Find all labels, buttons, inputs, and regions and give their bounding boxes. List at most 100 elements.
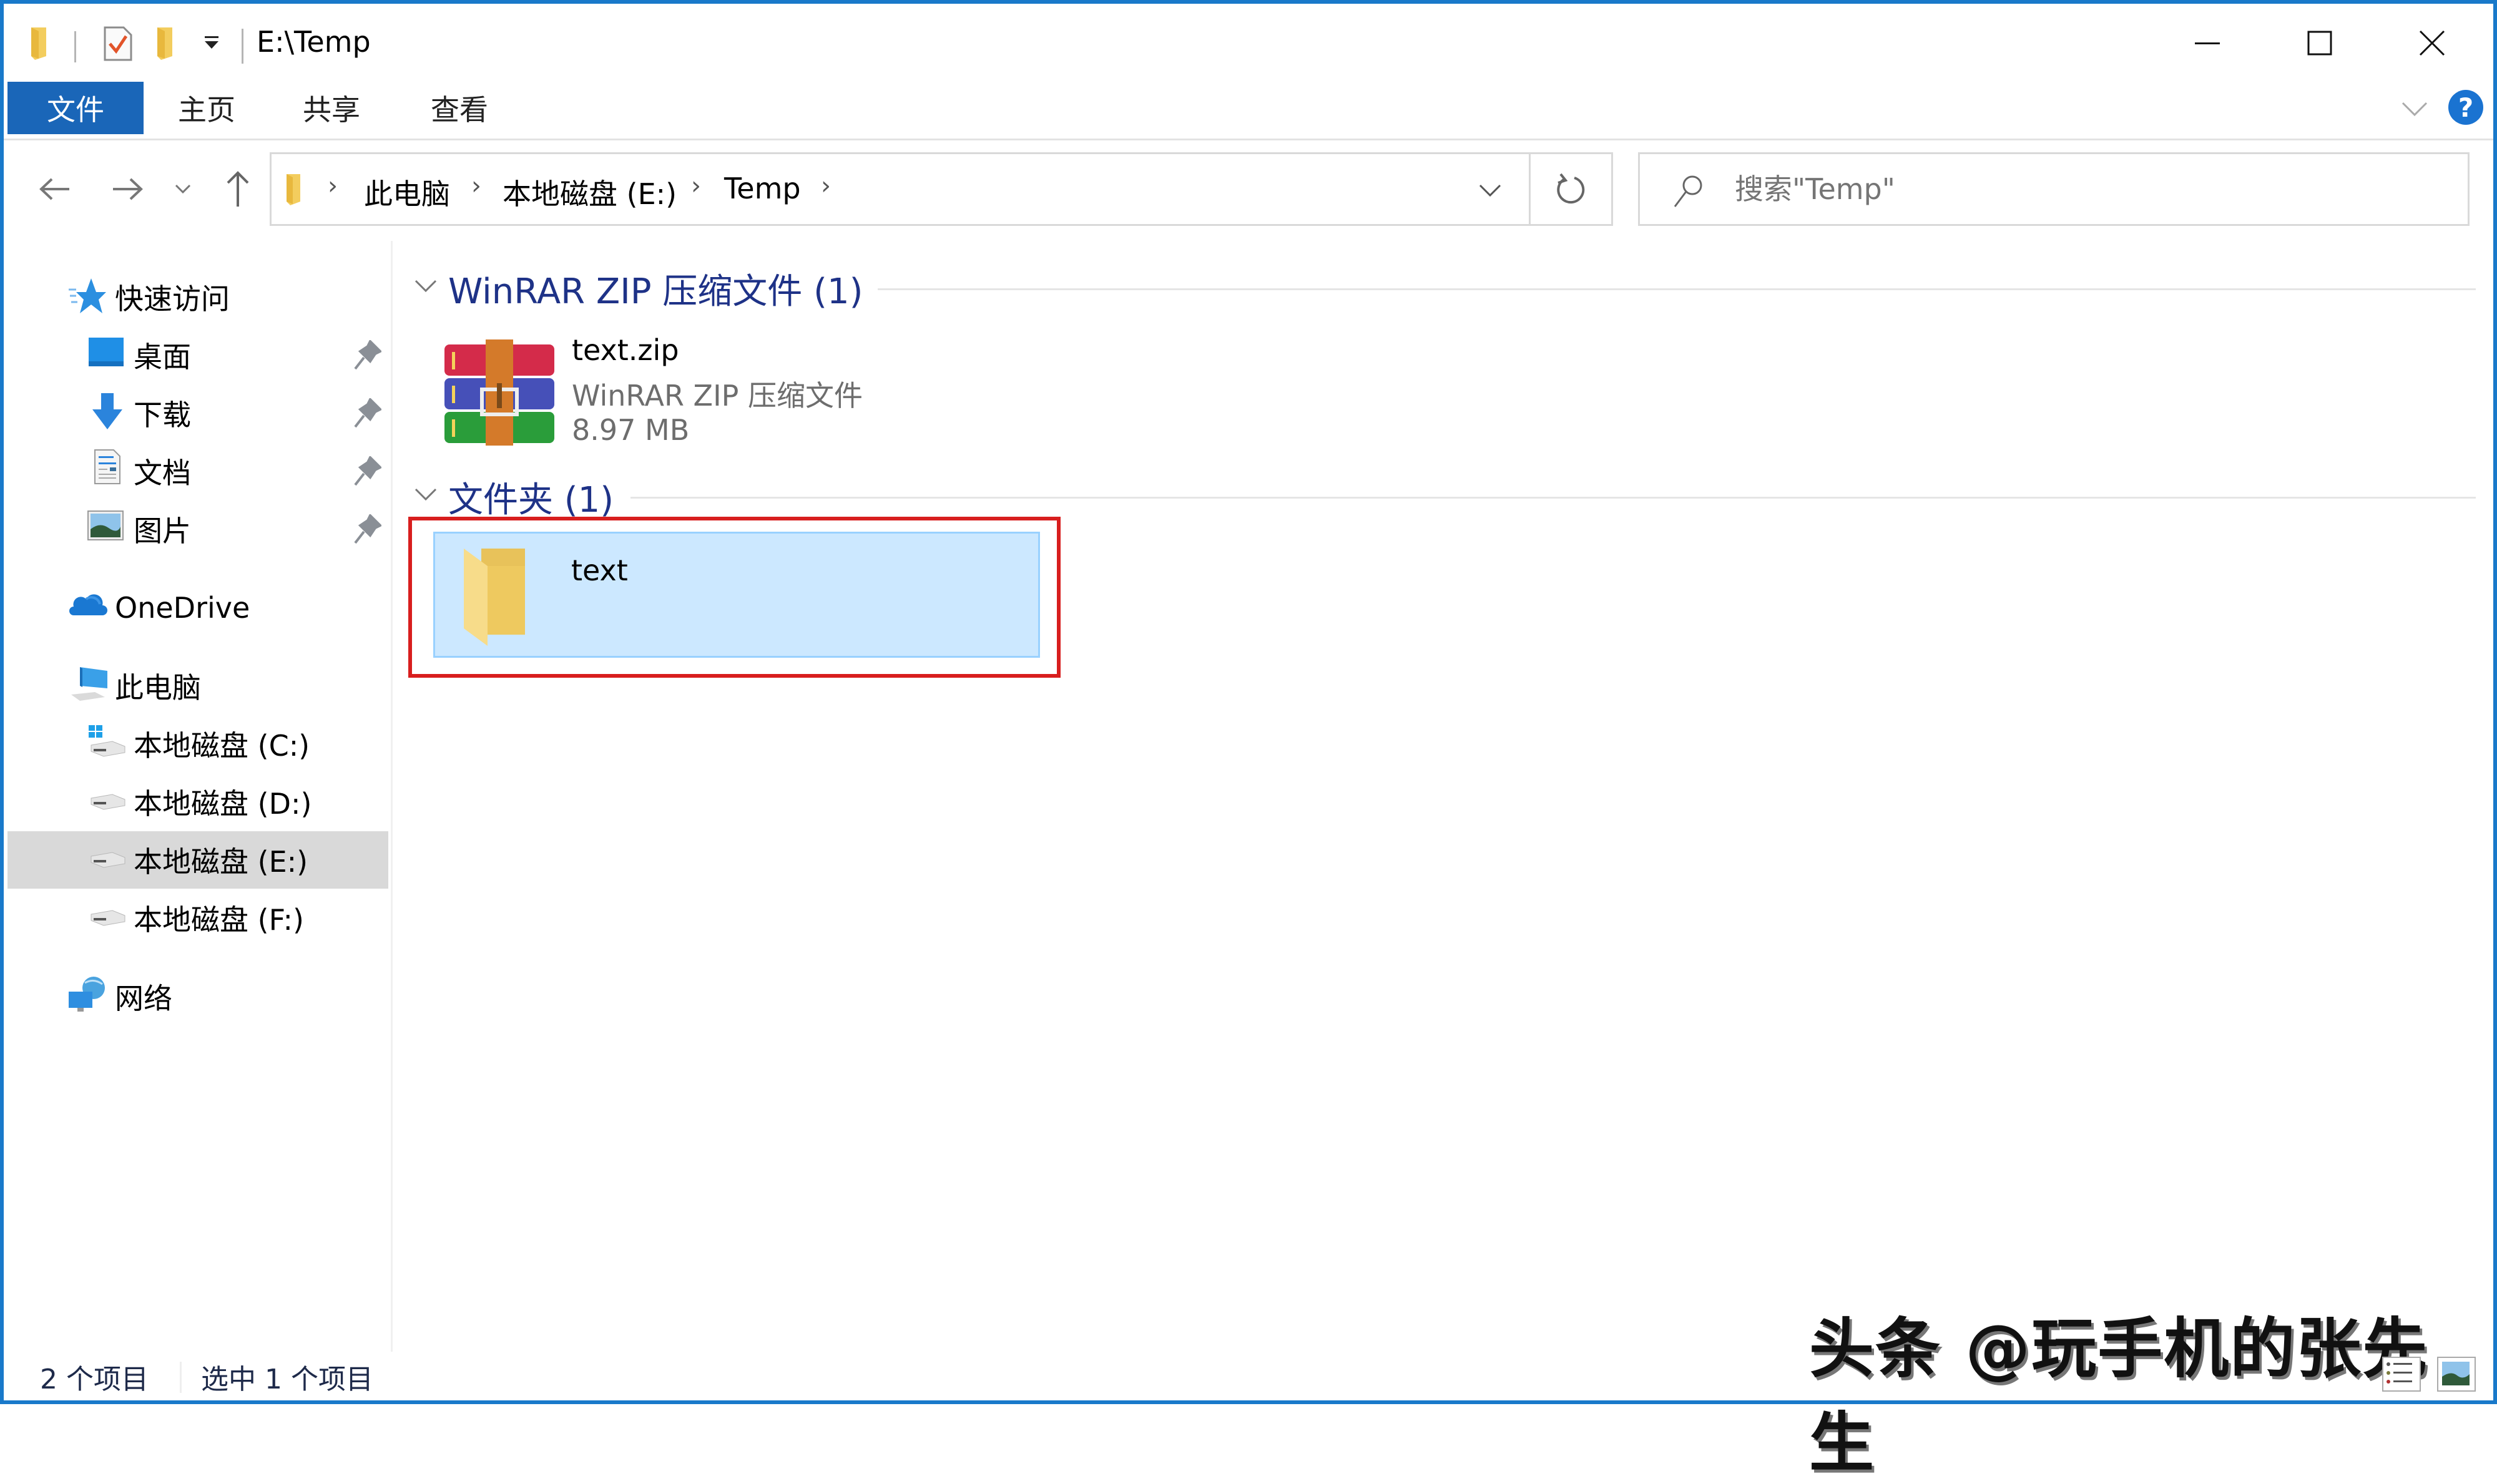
group-collapse-chevron-icon[interactable] xyxy=(413,486,438,504)
sidebar-label: 本地磁盘 (F:) xyxy=(134,903,304,937)
sidebar-label: 图片 xyxy=(134,514,191,548)
group-header-zip[interactable]: WinRAR ZIP 压缩文件 (1) xyxy=(448,263,863,314)
toolbar-separator xyxy=(242,29,243,64)
tab-file[interactable]: 文件 xyxy=(7,82,144,134)
sidebar-label: OneDrive xyxy=(115,591,250,625)
tab-share[interactable]: 共享 xyxy=(285,82,378,134)
back-arrow-icon xyxy=(39,178,69,200)
sidebar-label: 本地磁盘 (C:) xyxy=(134,729,310,763)
search-box[interactable] xyxy=(1638,152,2470,226)
sidebar-item-downloads[interactable]: 下载 xyxy=(7,384,388,442)
ribbon: 文件 主页 共享 查看 ? xyxy=(4,80,2493,140)
sidebar-item-drive-f[interactable]: 本地磁盘 (F:) xyxy=(7,889,388,947)
winrar-archive-icon xyxy=(444,339,554,446)
sidebar-label: 桌面 xyxy=(134,340,191,374)
recent-locations-button[interactable] xyxy=(167,167,199,211)
sidebar-item-network[interactable]: 网络 xyxy=(7,968,388,1025)
up-arrow-icon xyxy=(227,171,249,207)
group-collapse-chevron-icon[interactable] xyxy=(413,277,438,296)
back-button[interactable] xyxy=(32,167,76,211)
window-title: E:\Temp xyxy=(257,25,371,59)
breadcrumb-drive-e[interactable]: 本地磁盘 (E:) xyxy=(503,172,677,213)
status-selection: 选中 1 个项目 xyxy=(201,1364,373,1395)
network-icon xyxy=(69,977,105,1012)
folder-icon xyxy=(287,174,300,205)
file-size: 8.97 MB xyxy=(572,413,690,447)
customize-dropdown-icon[interactable] xyxy=(202,34,221,52)
sidebar-label: 此电脑 xyxy=(115,671,201,705)
minimize-button[interactable] xyxy=(2151,15,2264,71)
breadcrumb-separator-icon[interactable]: › xyxy=(691,172,701,200)
pin-icon[interactable] xyxy=(354,398,381,429)
documents-icon xyxy=(94,449,120,484)
file-item-text-zip[interactable]: text.zip WinRAR ZIP 压缩文件 8.97 MB xyxy=(434,328,934,453)
close-icon xyxy=(2419,30,2445,56)
maximize-button[interactable] xyxy=(2264,15,2376,71)
address-history-chevron-icon[interactable] xyxy=(1478,182,1503,199)
status-item-count: 2 个项目 xyxy=(40,1364,149,1395)
large-icons-view-icon xyxy=(2442,1362,2470,1385)
navigation-pane: 快速访问 桌面 下载 文档 图片 OneDrive 此电脑 本地磁盘 (C:) … xyxy=(7,241,390,1339)
sidebar-item-desktop[interactable]: 桌面 xyxy=(7,326,388,384)
sidebar-item-this-pc[interactable]: 此电脑 xyxy=(7,657,388,715)
search-input[interactable] xyxy=(1734,167,2423,212)
pin-icon[interactable] xyxy=(354,514,381,545)
pane-divider[interactable] xyxy=(391,241,393,1352)
sidebar-label: 快速访问 xyxy=(115,282,230,316)
toolbar-separator xyxy=(74,31,76,62)
group-header-folders[interactable]: 文件夹 (1) xyxy=(448,472,614,522)
status-separator xyxy=(180,1362,182,1393)
maximize-icon xyxy=(2307,31,2332,56)
details-view-icon xyxy=(2387,1362,2412,1384)
quick-access-star-icon xyxy=(69,278,106,313)
sidebar-item-pictures[interactable]: 图片 xyxy=(7,500,388,558)
properties-icon[interactable] xyxy=(102,25,134,62)
ribbon-expand-chevron-icon[interactable] xyxy=(2401,100,2428,119)
pin-icon[interactable] xyxy=(354,456,381,487)
breadcrumb-this-pc[interactable]: 此电脑 xyxy=(364,172,450,213)
tab-view[interactable]: 查看 xyxy=(413,82,506,134)
forward-arrow-icon xyxy=(113,178,143,200)
sidebar-item-onedrive[interactable]: OneDrive xyxy=(7,579,388,637)
search-icon xyxy=(1674,175,1702,207)
chevron-down-icon xyxy=(175,184,191,194)
tab-home[interactable]: 主页 xyxy=(160,82,253,134)
folder-icon[interactable] xyxy=(29,25,59,61)
pin-icon[interactable] xyxy=(354,340,381,371)
sidebar-item-documents[interactable]: 文档 xyxy=(7,442,388,500)
help-button[interactable]: ? xyxy=(2448,90,2483,125)
group-divider xyxy=(630,497,2476,499)
minimize-icon xyxy=(2195,42,2220,44)
sidebar-item-drive-d[interactable]: 本地磁盘 (D:) xyxy=(7,773,388,831)
sidebar-item-drive-c[interactable]: 本地磁盘 (C:) xyxy=(7,715,388,773)
explorer-window: E:\Temp 文件 主页 共享 查看 ? › 此电脑 › 本地磁盘 (E:) … xyxy=(0,0,2497,1481)
up-button[interactable] xyxy=(216,167,260,211)
close-button[interactable] xyxy=(2376,15,2488,71)
group-divider xyxy=(878,288,2476,290)
breadcrumb-separator-icon[interactable]: › xyxy=(821,172,831,200)
refresh-icon xyxy=(1556,173,1584,204)
sidebar-item-drive-e[interactable]: 本地磁盘 (E:) xyxy=(7,831,388,889)
pictures-icon xyxy=(87,510,124,540)
large-icons-view-button[interactable] xyxy=(2437,1357,2476,1392)
address-bar[interactable]: › 此电脑 › 本地磁盘 (E:) › Temp › xyxy=(270,152,1531,226)
breadcrumb-separator-icon[interactable]: › xyxy=(471,172,481,200)
sidebar-label: 文档 xyxy=(134,456,191,490)
computer-icon xyxy=(71,667,107,701)
sidebar-label: 本地磁盘 (E:) xyxy=(134,845,308,879)
new-folder-icon[interactable] xyxy=(155,25,185,61)
refresh-button[interactable] xyxy=(1531,152,1613,226)
desktop-icon xyxy=(89,338,124,366)
onedrive-cloud-icon xyxy=(69,594,107,615)
details-view-button[interactable] xyxy=(2382,1357,2421,1392)
drive-icon xyxy=(91,852,125,868)
sidebar-item-quick-access[interactable]: 快速访问 xyxy=(7,268,388,326)
title-bar: E:\Temp xyxy=(4,4,2493,79)
forward-button[interactable] xyxy=(106,167,150,211)
breadcrumb-temp[interactable]: Temp xyxy=(724,172,801,205)
sidebar-label: 本地磁盘 (D:) xyxy=(134,787,312,821)
drive-icon xyxy=(91,794,125,810)
breadcrumb-separator-icon[interactable]: › xyxy=(328,172,338,200)
system-drive-icon xyxy=(89,725,125,757)
file-name: text.zip xyxy=(572,333,679,367)
